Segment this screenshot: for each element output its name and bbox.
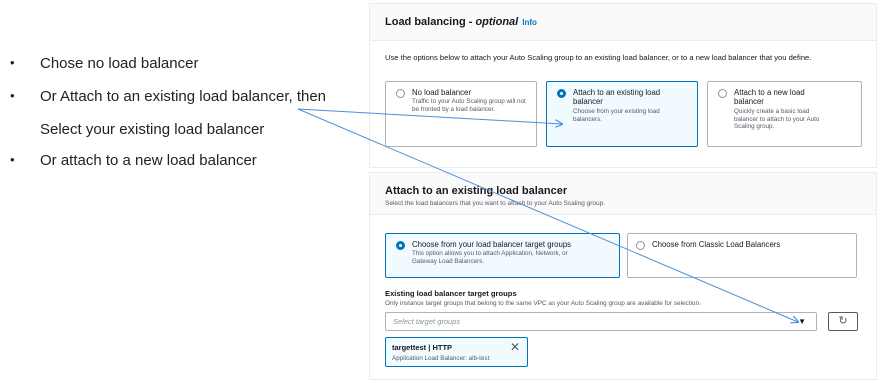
option-label: Attach to an existing load balancer: [573, 88, 661, 106]
option-no-load-balancer[interactable]: No load balancer Traffic to your Auto Sc…: [385, 81, 537, 147]
radio-button-selected[interactable]: [396, 241, 405, 250]
option-existing-load-balancer[interactable]: Attach to an existing load balancer Choo…: [546, 81, 698, 147]
radio-button[interactable]: [718, 89, 727, 98]
selected-target-group-token: targettest | HTTP Application Load Balan…: [385, 337, 528, 367]
bullet-continuation: Select your existing load balancer: [40, 121, 265, 138]
option-description: Quickly create a basic load balancer to …: [734, 108, 820, 130]
option-label: Choose from your load balancer target gr…: [412, 240, 572, 249]
panel-header: Load balancing - optional Info: [370, 4, 876, 41]
target-groups-select[interactable]: Select target groups ▼: [385, 312, 817, 331]
radio-button[interactable]: [636, 241, 645, 250]
panel-subtitle: Select the load balancers that you want …: [385, 200, 606, 207]
panel-title-optional: optional: [475, 16, 519, 28]
token-subtitle: Application Load Balancer: alb-test: [392, 355, 490, 362]
option-description: This option allows you to attach Applica…: [412, 250, 568, 265]
panel-header: Attach to an existing load balancer Sele…: [370, 173, 876, 215]
caret-down-icon[interactable]: ▼: [798, 317, 806, 326]
panel-title: Attach to an existing load balancer: [385, 185, 568, 197]
bullet-dot: •: [10, 152, 15, 167]
load-balancing-panel: Load balancing - optional Info Use the op…: [369, 3, 877, 168]
panel-title-text: Load balancing -: [385, 16, 476, 28]
option-label: Choose from Classic Load Balancers: [652, 240, 781, 249]
bullet-dot: •: [10, 55, 15, 70]
option-description: Choose from your existing load balancers…: [573, 108, 660, 123]
bullet-dot: •: [10, 88, 15, 103]
field-description: Only instance target groups that belong …: [385, 300, 701, 307]
bullet-text: Chose no load balancer: [40, 55, 199, 72]
bullet-text: Or attach to a new load balancer: [40, 152, 257, 169]
option-classic-load-balancers[interactable]: Choose from Classic Load Balancers: [627, 233, 857, 278]
panel-description: Use the options below to attach your Aut…: [385, 53, 812, 62]
token-title: targettest | HTTP: [392, 343, 453, 352]
refresh-button[interactable]: ↻: [828, 312, 858, 331]
bullet-text: Or Attach to an existing load balancer, …: [40, 88, 327, 105]
option-description: Traffic to your Auto Scaling group will …: [412, 98, 526, 113]
remove-icon[interactable]: ✕: [510, 340, 520, 354]
select-placeholder: Select target groups: [393, 317, 461, 326]
option-new-load-balancer[interactable]: Attach to a new load balancer Quickly cr…: [707, 81, 862, 147]
option-target-groups[interactable]: Choose from your load balancer target gr…: [385, 233, 620, 278]
attach-existing-panel: Attach to an existing load balancer Sele…: [369, 172, 877, 380]
info-link[interactable]: Info: [522, 18, 537, 27]
field-label: Existing load balancer target groups: [385, 289, 517, 298]
refresh-icon: ↻: [838, 315, 848, 327]
option-label: No load balancer: [412, 88, 471, 97]
radio-button-selected[interactable]: [557, 89, 566, 98]
panel-title: Load balancing - optional Info: [385, 16, 537, 28]
radio-button[interactable]: [396, 89, 405, 98]
option-label: Attach to a new load balancer: [734, 88, 805, 106]
